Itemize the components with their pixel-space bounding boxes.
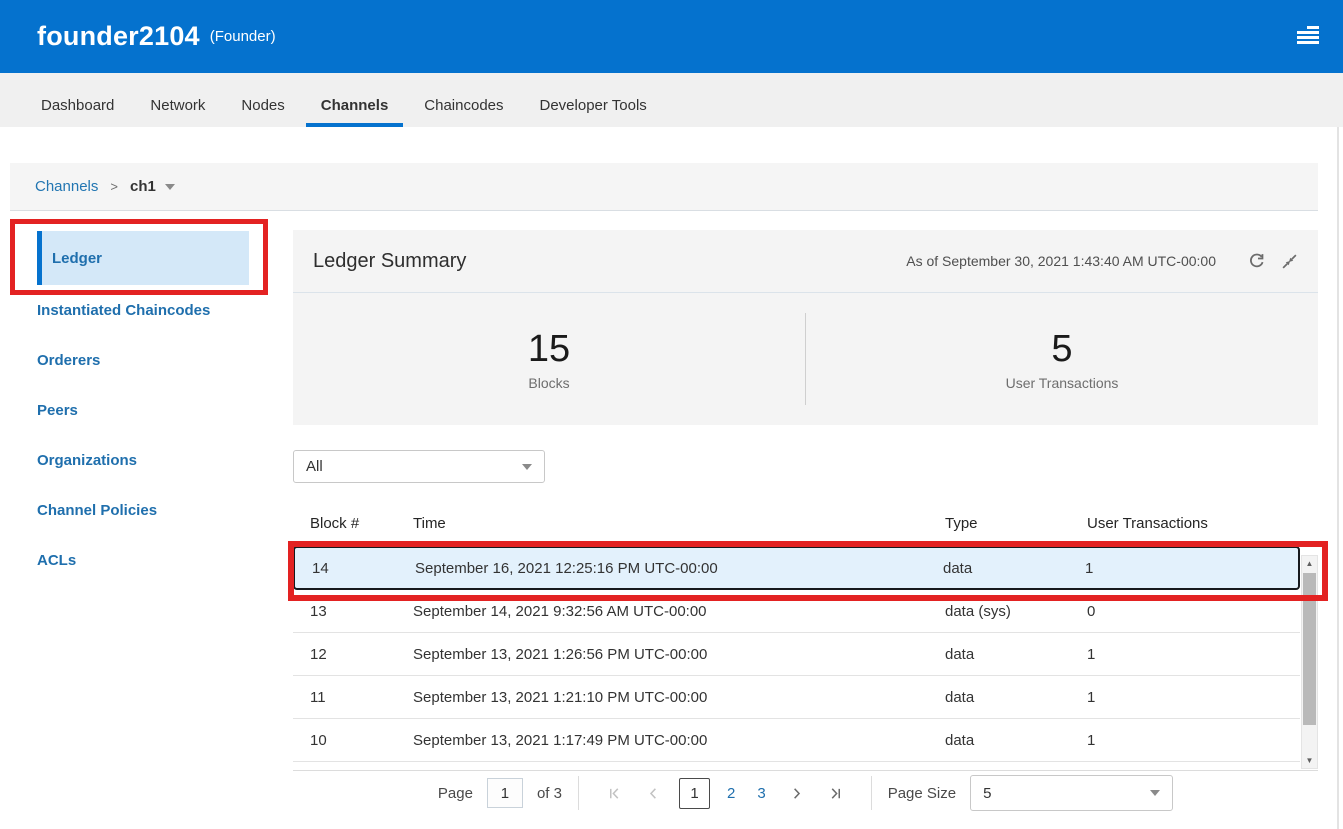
blocks-table: Block # Time Type User Transactions 14 S… — [293, 515, 1318, 762]
table-row-block-10[interactable]: 10 September 13, 2021 1:17:49 PM UTC-00:… — [293, 719, 1300, 762]
last-page-icon[interactable] — [816, 786, 855, 801]
first-page-icon[interactable] — [595, 786, 634, 801]
ledger-stats: 15 Blocks 5 User Transactions — [293, 293, 1318, 425]
dropdown-caret-icon — [1150, 790, 1160, 796]
hamburger-menu-icon[interactable] — [1297, 26, 1319, 46]
page-button-3[interactable]: 3 — [746, 785, 776, 802]
pagination-divider — [871, 776, 872, 810]
previous-page-icon[interactable] — [634, 786, 673, 801]
column-header-type: Type — [945, 515, 1087, 546]
column-header-time: Time — [413, 515, 945, 546]
tab-dashboard[interactable]: Dashboard — [26, 87, 129, 127]
app-header: founder2104 (Founder) — [0, 0, 1343, 73]
cell-block: 12 — [293, 646, 413, 663]
sidebar-item-channel-policies[interactable]: Channel Policies — [37, 485, 249, 535]
sidebar-item-acls[interactable]: ACLs — [37, 535, 249, 585]
page-size-value: 5 — [983, 785, 991, 802]
page-size-label: Page Size — [888, 785, 956, 802]
channel-sidebar: Ledger Instantiated Chaincodes Orderers … — [37, 231, 249, 585]
type-filter-dropdown[interactable]: All — [293, 450, 545, 483]
cell-user-transactions: 1 — [1087, 732, 1300, 749]
tab-network[interactable]: Network — [135, 87, 220, 127]
tab-channels[interactable]: Channels — [306, 87, 404, 127]
main-tabs: Dashboard Network Nodes Channels Chainco… — [0, 73, 1343, 127]
ledger-panel: Ledger Summary As of September 30, 2021 … — [293, 230, 1318, 815]
table-body: 14 September 16, 2021 12:25:16 PM UTC-00… — [293, 546, 1300, 762]
sidebar-item-organizations[interactable]: Organizations — [37, 435, 249, 485]
blocks-count: 15 — [528, 328, 570, 371]
cell-type: data — [945, 732, 1087, 749]
app-subtitle: (Founder) — [210, 28, 276, 45]
cell-user-transactions: 1 — [1085, 560, 1298, 577]
next-page-icon[interactable] — [777, 786, 816, 801]
app-title: founder2104 — [37, 21, 200, 52]
column-header-block: Block # — [293, 515, 413, 546]
table-row-block-13[interactable]: 13 September 14, 2021 9:32:56 AM UTC-00:… — [293, 590, 1300, 633]
tab-developer-tools[interactable]: Developer Tools — [525, 87, 662, 127]
cell-block: 11 — [293, 689, 413, 706]
window-edge-line — [1337, 127, 1339, 829]
dropdown-caret-icon — [522, 464, 532, 470]
scrollbar-thumb[interactable] — [1303, 573, 1316, 725]
scrollbar-up-arrow-icon[interactable]: ▲ — [1302, 559, 1317, 568]
filter-row: All — [293, 450, 1318, 483]
cell-block: 13 — [293, 603, 413, 620]
stat-blocks: 15 Blocks — [293, 293, 805, 425]
ledger-summary-header: Ledger Summary As of September 30, 2021 … — [293, 230, 1318, 293]
refresh-icon[interactable] — [1248, 253, 1265, 270]
cell-user-transactions: 0 — [1087, 603, 1300, 620]
cell-user-transactions: 1 — [1087, 646, 1300, 663]
column-header-user-transactions: User Transactions — [1087, 515, 1300, 546]
cell-block: 10 — [293, 732, 413, 749]
channel-dropdown-caret-icon[interactable] — [165, 184, 175, 190]
cell-type: data (sys) — [945, 603, 1087, 620]
cell-type: data — [945, 689, 1087, 706]
cell-type: data — [945, 646, 1087, 663]
tab-nodes[interactable]: Nodes — [226, 87, 299, 127]
cell-time: September 13, 2021 1:21:10 PM UTC-00:00 — [413, 689, 945, 706]
page-label: Page — [438, 785, 473, 802]
cell-time: September 14, 2021 9:32:56 AM UTC-00:00 — [413, 603, 945, 620]
breadcrumb-current-channel: ch1 — [130, 178, 156, 195]
tab-chaincodes[interactable]: Chaincodes — [409, 87, 518, 127]
table-header-row: Block # Time Type User Transactions — [293, 515, 1300, 546]
page-of-label: of 3 — [537, 785, 562, 802]
cell-time: September 16, 2021 12:25:16 PM UTC-00:00 — [415, 560, 943, 577]
sidebar-item-instantiated-chaincodes[interactable]: Instantiated Chaincodes — [37, 285, 249, 335]
table-scrollbar[interactable]: ▲ ▼ — [1301, 555, 1318, 769]
page-title: Ledger Summary — [313, 250, 906, 273]
table-row-block-11[interactable]: 11 September 13, 2021 1:21:10 PM UTC-00:… — [293, 676, 1300, 719]
scrollbar-down-arrow-icon[interactable]: ▼ — [1302, 756, 1317, 765]
table-row-block-12[interactable]: 12 September 13, 2021 1:26:56 PM UTC-00:… — [293, 633, 1300, 676]
page-button-1[interactable]: 1 — [679, 778, 710, 809]
cell-type: data — [943, 560, 1085, 577]
page-size-dropdown[interactable]: 5 — [970, 775, 1173, 811]
pagination-bar: Page of 3 1 2 3 Page Size 5 — [293, 770, 1318, 815]
stat-user-transactions: 5 User Transactions — [806, 293, 1318, 425]
breadcrumb-separator: > — [110, 179, 118, 194]
as-of-timestamp: As of September 30, 2021 1:43:40 AM UTC-… — [906, 253, 1216, 269]
cell-block: 14 — [295, 560, 415, 577]
breadcrumb-channels-link[interactable]: Channels — [35, 178, 98, 195]
page-number-input[interactable] — [487, 778, 523, 808]
blocks-label: Blocks — [528, 375, 569, 391]
type-filter-value: All — [306, 458, 323, 475]
page-button-2[interactable]: 2 — [716, 785, 746, 802]
cell-time: September 13, 2021 1:26:56 PM UTC-00:00 — [413, 646, 945, 663]
user-transactions-count: 5 — [1051, 328, 1072, 371]
sidebar-item-orderers[interactable]: Orderers — [37, 335, 249, 385]
cell-user-transactions: 1 — [1087, 689, 1300, 706]
user-transactions-label: User Transactions — [1006, 375, 1119, 391]
collapse-panel-icon[interactable] — [1281, 253, 1298, 270]
table-row-block-14[interactable]: 14 September 16, 2021 12:25:16 PM UTC-00… — [293, 546, 1300, 590]
sidebar-item-peers[interactable]: Peers — [37, 385, 249, 435]
pagination-divider — [578, 776, 579, 810]
sidebar-item-ledger[interactable]: Ledger — [37, 231, 249, 285]
breadcrumb: Channels > ch1 — [10, 163, 1318, 211]
cell-time: September 13, 2021 1:17:49 PM UTC-00:00 — [413, 732, 945, 749]
